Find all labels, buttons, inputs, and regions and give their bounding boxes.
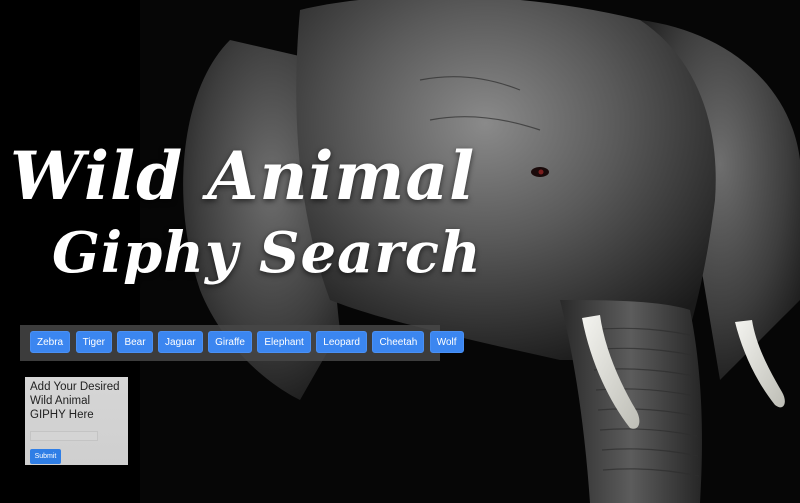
animal-button-giraffe[interactable]: Giraffe	[208, 331, 252, 353]
animal-button-cheetah[interactable]: Cheetah	[372, 331, 425, 353]
animal-button-wolf[interactable]: Wolf	[429, 331, 464, 353]
animal-button-leopard[interactable]: Leopard	[316, 331, 367, 353]
animal-button-bear[interactable]: Bear	[117, 331, 153, 353]
animal-button-tiger[interactable]: Tiger	[75, 331, 112, 353]
animal-button-jaguar[interactable]: Jaguar	[158, 331, 203, 353]
animal-button-zebra[interactable]: Zebra	[30, 331, 71, 353]
animal-button-bar: Zebra Tiger Bear Jaguar Giraffe Elephant…	[20, 325, 464, 361]
add-animal-label: Add Your Desired Wild Animal GIPHY Here	[30, 381, 120, 421]
submit-button[interactable]: Submit	[30, 449, 61, 464]
hero-title-line-2: Giphy Search	[52, 220, 482, 286]
add-animal-form: Add Your Desired Wild Animal GIPHY Here …	[25, 377, 128, 465]
animal-button-elephant[interactable]: Elephant	[257, 331, 311, 353]
animal-input[interactable]	[30, 431, 98, 441]
hero-title-line-1: Wild Animal	[10, 137, 476, 215]
